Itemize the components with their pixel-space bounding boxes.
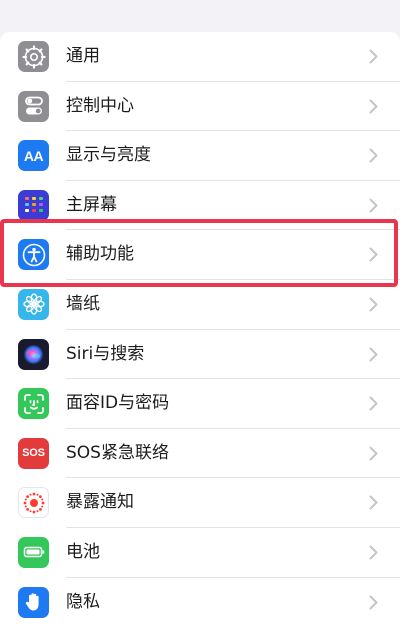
settings-row-exposure-notifications[interactable]: 暴露通知: [0, 478, 400, 528]
settings-row-home-screen[interactable]: 主屏幕: [0, 181, 400, 231]
chevron-right-icon: [369, 396, 378, 411]
face-id-icon: [18, 388, 49, 420]
exposure-notification-icon: [18, 487, 49, 519]
settings-row-accessibility[interactable]: 辅助功能: [0, 230, 400, 280]
settings-row-label: Siri与搜索: [66, 343, 145, 364]
chevron-right-icon: [369, 545, 378, 560]
settings-row-label: 通用: [66, 46, 100, 66]
settings-row-label: 主屏幕: [66, 194, 117, 215]
settings-row-label: 墙纸: [66, 293, 100, 314]
chevron-right-icon: [369, 347, 378, 362]
settings-row-display-brightness[interactable]: AA 显示与亮度: [0, 131, 400, 181]
settings-row-emergency-sos[interactable]: SOS SOS紧急联络: [0, 429, 400, 479]
settings-row-label: 显示与亮度: [66, 145, 151, 166]
settings-row-privacy[interactable]: 隐私: [0, 578, 400, 628]
chevron-right-icon: [369, 297, 378, 312]
chevron-right-icon: [369, 148, 378, 163]
text-size-icon: AA: [18, 140, 49, 172]
settings-row-label: 辅助功能: [66, 244, 134, 265]
chevron-right-icon: [369, 198, 378, 213]
chevron-right-icon: [369, 247, 378, 262]
battery-icon: [18, 536, 49, 568]
settings-row-label: 电池: [66, 541, 100, 562]
settings-row-battery[interactable]: 电池: [0, 528, 400, 578]
settings-row-wallpaper[interactable]: 墙纸: [0, 280, 400, 330]
settings-row-label: 控制中心: [66, 95, 134, 116]
settings-row-siri-search[interactable]: Siri与搜索: [0, 330, 400, 380]
settings-row-general[interactable]: 通用: [0, 32, 400, 82]
settings-row-control-center[interactable]: 控制中心: [0, 82, 400, 132]
toggles-icon: [18, 90, 49, 122]
chevron-right-icon: [369, 446, 378, 461]
siri-icon: [18, 338, 49, 370]
chevron-right-icon: [369, 495, 378, 510]
settings-row-label: 隐私: [66, 591, 100, 612]
settings-row-label: SOS紧急联络: [66, 442, 169, 463]
settings-row-label: 面容ID与密码: [66, 393, 170, 414]
home-screen-grid-icon: [18, 189, 49, 221]
chevron-right-icon: [369, 99, 378, 114]
chevron-right-icon: [369, 49, 378, 64]
settings-row-face-id-passcode[interactable]: 面容ID与密码: [0, 379, 400, 429]
hand-icon: [18, 586, 49, 618]
flower-icon: [18, 288, 49, 320]
settings-list: 通用 控制中心 AA 显示与亮度 主屏幕 辅助功能 墙纸 Siri与搜索 面容I…: [0, 32, 400, 632]
chevron-right-icon: [369, 595, 378, 610]
accessibility-icon: [18, 239, 49, 271]
settings-row-label: 暴露通知: [66, 492, 134, 513]
gear-icon: [18, 41, 49, 72]
sos-icon: SOS: [18, 437, 49, 469]
